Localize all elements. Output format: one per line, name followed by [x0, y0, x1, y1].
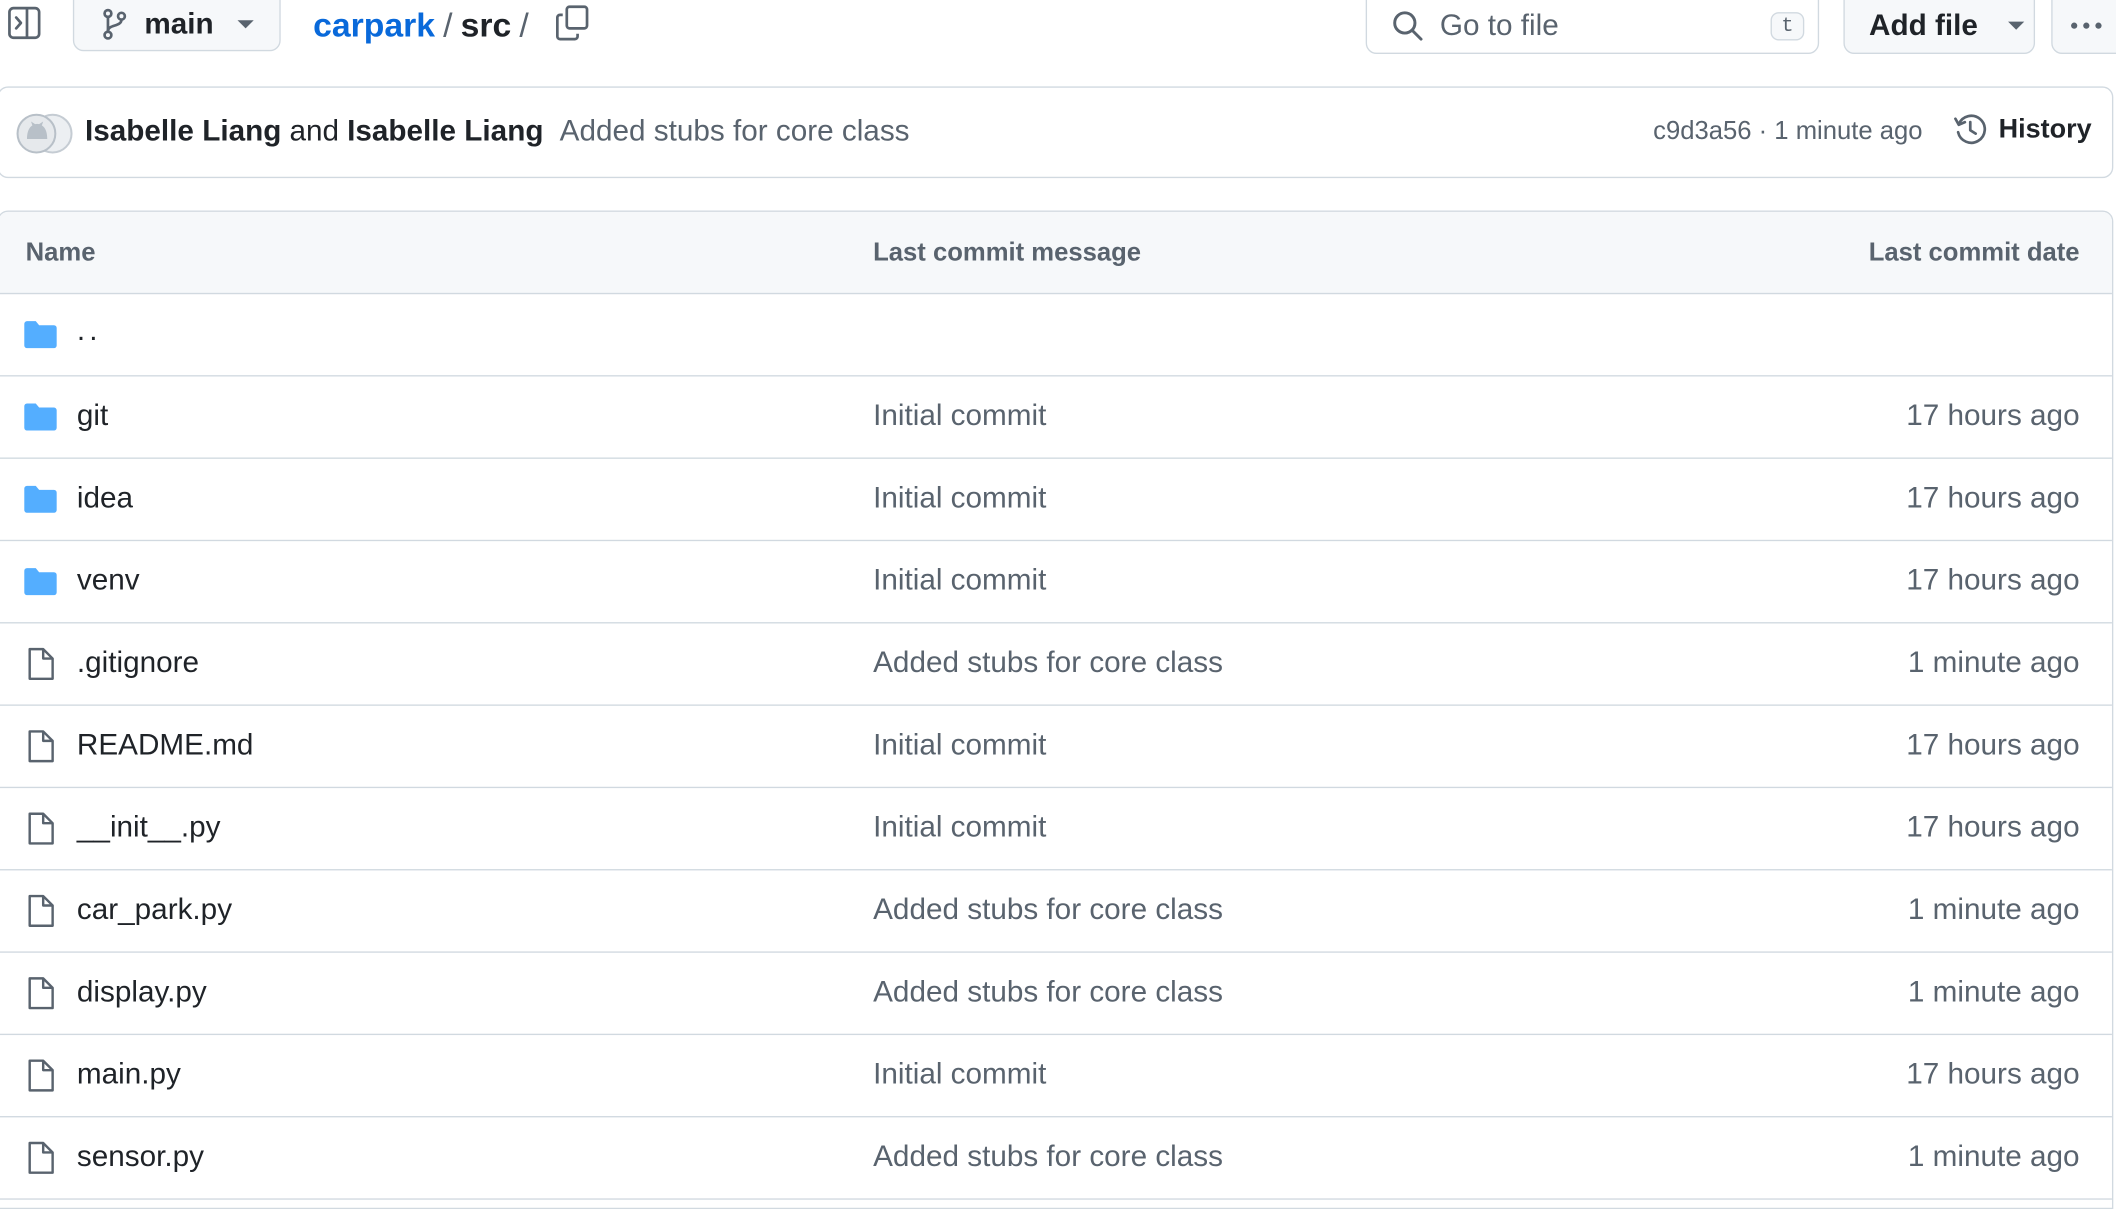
commit-hash-and-time[interactable]: c9d3a56 · 1 minute ago: [1653, 117, 1922, 147]
file-list: git Initial commit 17 hours ago idea Initial…: [0, 377, 2112, 1200]
commit-message-link[interactable]: Added stubs for core class: [873, 645, 1223, 680]
git-branch-icon: [103, 8, 127, 40]
go-to-file-search[interactable]: Go to file t: [1365, 0, 1820, 54]
add-file-label: Add file: [1869, 8, 1978, 42]
breadcrumb: carpark / src /: [313, 3, 537, 49]
table-row[interactable]: __init__.py Initial commit 17 hours ago: [0, 788, 2112, 871]
keyboard-shortcut-badge: t: [1770, 11, 1805, 40]
column-header-name: Name: [25, 238, 96, 268]
history-icon: [1954, 114, 1987, 145]
commit-date: 17 hours ago: [1906, 398, 2080, 432]
commit-message-link[interactable]: Initial commit: [873, 398, 1046, 433]
commit-message-link[interactable]: Initial commit: [873, 727, 1046, 762]
kebab-horizontal-icon: [2071, 22, 2102, 29]
commit-date: 17 hours ago: [1906, 1056, 2080, 1091]
history-label: History: [1998, 114, 2092, 144]
latest-commit-box: Isabelle Liang and Isabelle Liang Added stu…: [0, 86, 2114, 179]
more-options-button[interactable]: [2051, 0, 2116, 54]
chevron-down-icon: [2007, 21, 2024, 30]
table-header: Name Last commit message Last commit dat…: [0, 211, 2112, 295]
file-name-link[interactable]: car_park.py: [77, 892, 232, 927]
column-header-date: Last commit date: [1868, 238, 2080, 268]
sidebar-toggle-button[interactable]: [5, 5, 43, 40]
commit-date: 1 minute ago: [1907, 645, 2080, 679]
table-row[interactable]: display.py Added stubs for core class 1 mi…: [0, 953, 2112, 1036]
table-row[interactable]: car_park.py Added stubs for core class 1 m…: [0, 870, 2112, 953]
folder-icon: [24, 321, 57, 349]
commit-date: 1 minute ago: [1907, 892, 2080, 926]
file-icon: [28, 977, 54, 1010]
breadcrumb-repo-link[interactable]: carpark: [313, 6, 435, 45]
file-table: Name Last commit message Last commit dat…: [0, 210, 2114, 1209]
file-name-link[interactable]: venv: [77, 563, 140, 598]
branch-select-button[interactable]: main: [72, 0, 281, 52]
commit-author-link[interactable]: Isabelle Liang: [85, 113, 281, 147]
file-name-link[interactable]: git: [77, 398, 108, 433]
file-name-link[interactable]: idea: [77, 480, 133, 515]
file-name-link[interactable]: README.md: [77, 727, 254, 762]
copy-path-button[interactable]: [553, 3, 591, 43]
file-name-link[interactable]: .gitignore: [77, 645, 199, 680]
sidebar-expand-icon: [8, 6, 41, 40]
commit-date: 17 hours ago: [1906, 727, 2080, 762]
branch-name: main: [144, 6, 214, 41]
file-icon: [28, 1141, 54, 1174]
avatar-icon: [16, 113, 73, 154]
table-row[interactable]: main.py Initial commit 17 hours ago: [0, 1035, 2112, 1118]
breadcrumb-separator: /: [519, 6, 529, 44]
file-icon: [28, 1059, 54, 1092]
file-icon: [28, 812, 54, 845]
author-conjunction: and: [289, 113, 340, 148]
file-name-link[interactable]: display.py: [77, 974, 207, 1009]
commit-message-link[interactable]: Added stubs for core class: [873, 892, 1223, 927]
commit-message-link[interactable]: Added stubs for core class: [873, 974, 1223, 1009]
folder-icon: [24, 485, 57, 513]
commit-date: 1 minute ago: [1907, 1138, 2080, 1173]
file-icon: [28, 647, 54, 681]
author-avatars[interactable]: [15, 112, 77, 155]
column-header-message: Last commit message: [873, 238, 1142, 268]
breadcrumb-separator: /: [443, 6, 453, 44]
file-icon: [28, 730, 54, 763]
table-row[interactable]: .gitignore Added stubs for core class 1 mi…: [0, 623, 2112, 706]
commit-message-link[interactable]: Initial commit: [873, 1057, 1046, 1092]
commit-date: 17 hours ago: [1906, 480, 2080, 515]
parent-directory-link[interactable]: ..: [77, 313, 102, 348]
commit-message-link[interactable]: Added stubs for core class: [560, 113, 910, 147]
file-icon: [28, 894, 54, 927]
commit-message-link[interactable]: Initial commit: [873, 563, 1046, 598]
breadcrumb-current-folder: src: [460, 6, 512, 44]
search-placeholder: Go to file: [1439, 8, 1559, 42]
commit-coauthor-link[interactable]: Isabelle Liang: [347, 113, 543, 147]
parent-directory-row[interactable]: ..: [0, 294, 2112, 377]
file-name-link[interactable]: __init__.py: [77, 810, 221, 845]
search-icon: [1393, 11, 1423, 41]
add-file-button[interactable]: Add file: [1843, 0, 2036, 54]
folder-icon: [24, 568, 57, 596]
commit-summary: Isabelle Liang and Isabelle Liang Added stu…: [85, 113, 910, 148]
commit-date: 17 hours ago: [1906, 809, 2080, 844]
file-name-link[interactable]: main.py: [77, 1057, 181, 1092]
commit-message-link[interactable]: Initial commit: [873, 810, 1046, 845]
file-name-link[interactable]: sensor.py: [77, 1139, 204, 1174]
history-button[interactable]: History: [1953, 112, 2092, 147]
folder-icon: [24, 403, 57, 431]
table-row[interactable]: idea Initial commit 17 hours ago: [0, 459, 2112, 542]
table-row[interactable]: README.md Initial commit 17 hours ago: [0, 706, 2112, 789]
table-row[interactable]: git Initial commit 17 hours ago: [0, 377, 2112, 459]
chevron-down-icon: [237, 20, 255, 29]
copy-icon: [555, 5, 589, 41]
commit-message-link[interactable]: Added stubs for core class: [873, 1139, 1223, 1174]
table-row[interactable]: venv Initial commit 17 hours ago: [0, 541, 2112, 624]
commit-date: 17 hours ago: [1906, 562, 2080, 597]
commit-message-link[interactable]: Initial commit: [873, 480, 1046, 515]
table-row[interactable]: sensor.py Added stubs for core class 1 min…: [0, 1117, 2112, 1200]
commit-date: 1 minute ago: [1907, 974, 2080, 1009]
